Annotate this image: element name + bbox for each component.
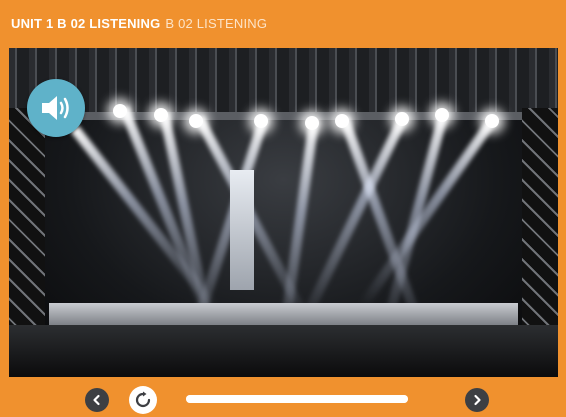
concert-stage-image [9,48,558,377]
stage-lamp [154,108,168,122]
sound-button[interactable] [27,79,85,137]
player-frame: UNIT 1 B 02 LISTENING B 02 LISTENING [0,0,566,417]
stage-lamp [435,108,449,122]
stage-lamp [113,104,127,118]
chevron-left-icon [93,394,100,406]
stage-lamp [305,116,319,130]
stage-truss [9,48,558,112]
stage-floor [9,325,558,377]
previous-button[interactable] [85,388,109,412]
stage-lamp [485,114,499,128]
stage-screen-column [230,170,254,290]
title-bar: UNIT 1 B 02 LISTENING B 02 LISTENING [0,0,566,46]
replay-icon [135,391,151,408]
replay-button[interactable] [129,386,157,414]
stage-lamp [395,112,409,126]
next-button[interactable] [465,388,489,412]
stage-lamp [254,114,268,128]
stage-truss-bar [9,112,558,120]
title-bold: UNIT 1 B 02 LISTENING [11,15,161,31]
chevron-right-icon [474,394,481,406]
stage-deck [49,303,518,325]
speaker-volume-icon [42,96,69,120]
stage-lamp [189,114,203,128]
page-title: UNIT 1 B 02 LISTENING B 02 LISTENING [11,16,267,31]
stage-lamp [335,114,349,128]
audio-progress-fill [186,395,408,403]
audio-progress-bar[interactable] [186,395,408,403]
title-subtitle: B 02 LISTENING [165,15,268,31]
